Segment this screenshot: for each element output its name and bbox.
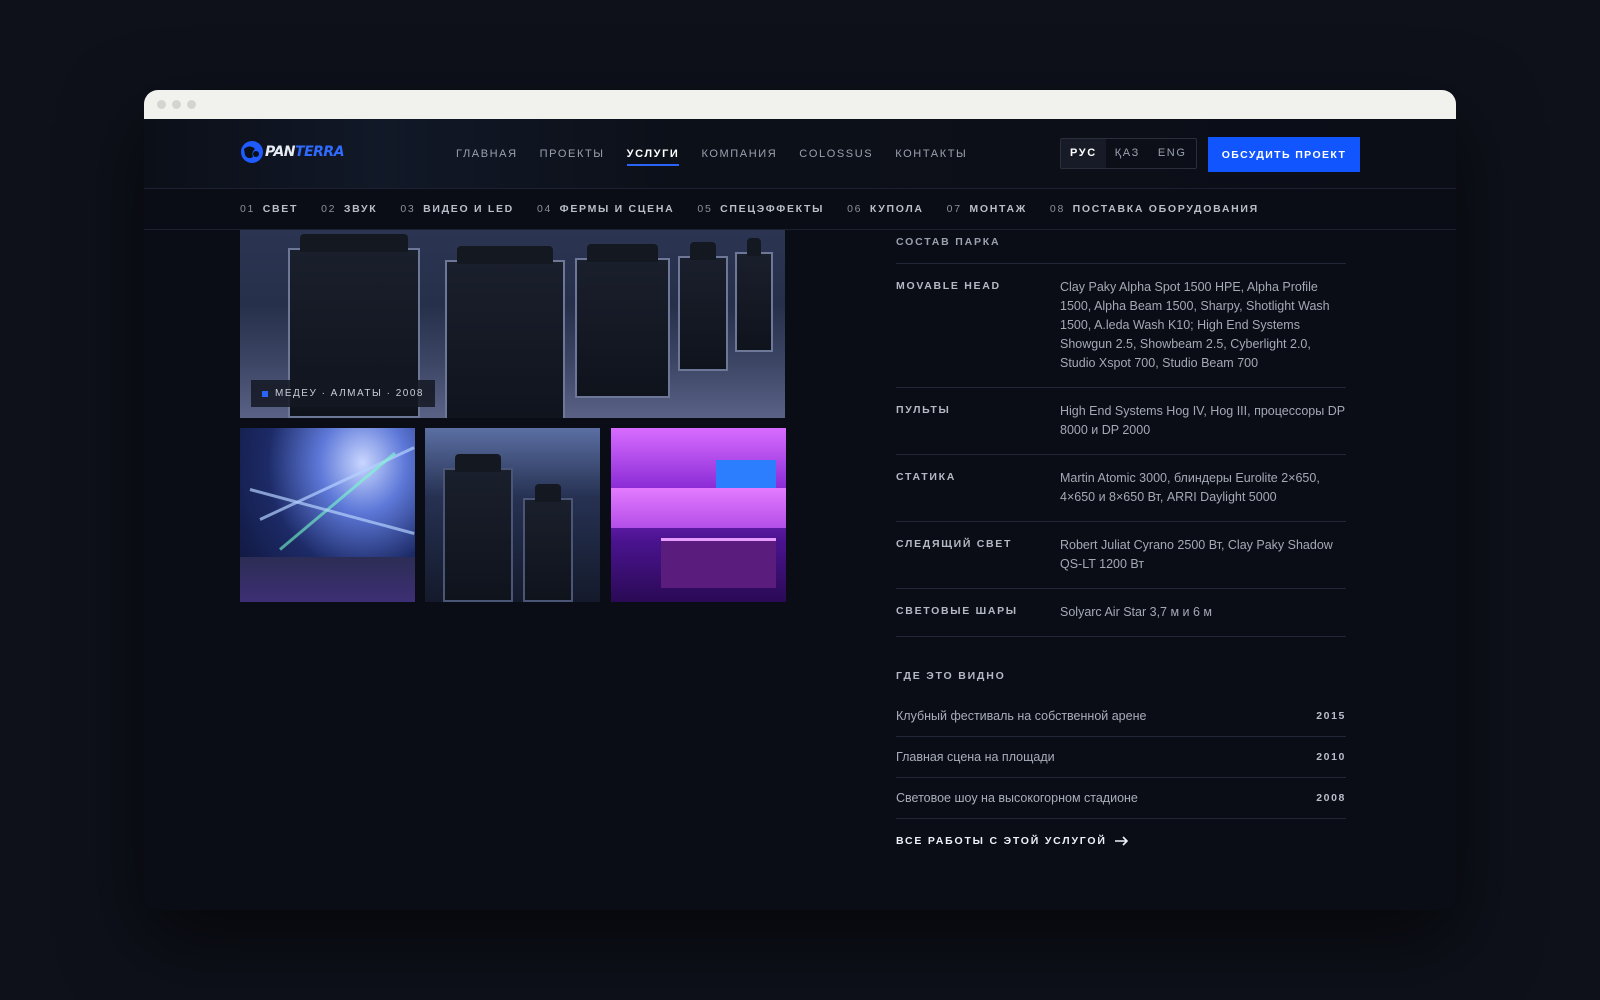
subnav-label: ФЕРМЫ И СЦЕНА	[559, 203, 675, 215]
logo-globe-icon	[241, 141, 263, 163]
gallery-thumb-concert[interactable]	[240, 428, 415, 602]
spec-label: ПУЛЬТЫ	[896, 404, 951, 416]
spec-row: СВЕТОВЫЕ ШАРЫ Solyarc Air Star 3,7 м и 6…	[896, 589, 1346, 637]
spec-value: Martin Atomic 3000, блиндеры Eurolite 2×…	[1060, 471, 1320, 504]
equipment-case-image	[443, 454, 513, 602]
seen-title: Клубный фестиваль на собственной арене	[896, 709, 1147, 723]
nav-item-contacts[interactable]: КОНТАКТЫ	[895, 148, 967, 160]
subnav-label: МОНТАЖ	[969, 203, 1027, 215]
nav-item-company[interactable]: КОМПАНИЯ	[701, 148, 777, 160]
spec-row: СЛЕДЯЩИЙ СВЕТ Robert Juliat Cyrano 2500 …	[896, 522, 1346, 589]
subnav-item-equipment-supply[interactable]: 08 ПОСТАВКА ОБОРУДОВАНИЯ	[1050, 203, 1259, 215]
nav-item-colossus[interactable]: COLOSSUS	[799, 148, 873, 160]
subnav-label: ПОСТАВКА ОБОРУДОВАНИЯ	[1072, 203, 1259, 215]
screen-image	[716, 460, 776, 490]
equipment-case-image	[678, 242, 728, 371]
spec-row: СТАТИКА Martin Atomic 3000, блиндеры Eur…	[896, 455, 1346, 522]
nav-item-services[interactable]: УСЛУГИ	[626, 148, 680, 166]
subnav-item-light[interactable]: 01 СВЕТ	[240, 203, 298, 215]
subnav-label: СПЕЦЭФФЕКТЫ	[720, 203, 825, 215]
service-content: МЕДЕУ · АЛМАТЫ · 2008 СОСТАВ ПАРКА MOVAB…	[144, 230, 1456, 910]
specs-heading: СОСТАВ ПАРКА	[896, 230, 1346, 264]
all-works-link[interactable]: ВСЕ РАБОТЫ С ЭТОЙ УСЛУГОЙ	[896, 835, 1129, 847]
window-dot-icon[interactable]	[187, 100, 196, 109]
browser-window: PANTERRA ГЛАВНАЯ ПРОЕКТЫ УСЛУГИ КОМПАНИЯ…	[144, 90, 1456, 910]
subnav-item-sound[interactable]: 02 ЗВУК	[321, 203, 377, 215]
spec-value: Robert Juliat Cyrano 2500 Вт, Clay Paky …	[1060, 538, 1333, 571]
specs-panel: СОСТАВ ПАРКА MOVABLE HEAD Clay Paky Alph…	[896, 230, 1346, 849]
subnav-num: 03	[400, 203, 416, 215]
subnav-num: 01	[240, 203, 256, 215]
subnav-item-special-effects[interactable]: 05 СПЕЦЭФФЕКТЫ	[697, 203, 824, 215]
seen-row[interactable]: Клубный фестиваль на собственной арене 2…	[896, 696, 1346, 737]
seen-year: 2010	[1316, 751, 1346, 763]
spec-label: СТАТИКА	[896, 471, 956, 483]
arrow-right-icon	[1114, 836, 1128, 846]
hero-caption-text: МЕДЕУ · АЛМАТЫ · 2008	[275, 388, 424, 399]
equipment-case-image	[735, 238, 773, 352]
crowd-silhouette	[240, 557, 415, 602]
main-nav: ГЛАВНАЯ ПРОЕКТЫ УСЛУГИ КОМПАНИЯ COLOSSUS…	[456, 119, 967, 189]
subnav-num: 02	[321, 203, 337, 215]
subnav-label: СВЕТ	[262, 203, 299, 215]
all-works-label: ВСЕ РАБОТЫ С ЭТОЙ УСЛУГОЙ	[896, 835, 1107, 847]
gallery-thumb-console[interactable]	[611, 428, 786, 602]
subnav-num: 06	[847, 203, 863, 215]
site-header: PANTERRA ГЛАВНАЯ ПРОЕКТЫ УСЛУГИ КОМПАНИЯ…	[144, 119, 1456, 189]
logo-text-pan: PAN	[265, 144, 296, 160]
spec-label: СВЕТОВЫЕ ШАРЫ	[896, 605, 1018, 617]
seen-row[interactable]: Главная сцена на площади 2010	[896, 737, 1346, 778]
equipment-case-image	[575, 244, 670, 398]
window-dot-icon[interactable]	[172, 100, 181, 109]
seen-title: Световое шоу на высокогорном стадионе	[896, 791, 1138, 805]
spec-value: High End Systems Hog IV, Hog III, процес…	[1060, 404, 1345, 437]
equipment-case-image	[523, 484, 573, 602]
seen-row[interactable]: Световое шоу на высокогорном стадионе 20…	[896, 778, 1346, 819]
subnav-item-domes[interactable]: 06 КУПОЛА	[847, 203, 924, 215]
logo[interactable]: PANTERRA	[240, 140, 345, 164]
subnav-num: 07	[946, 203, 962, 215]
subnav-label: КУПОЛА	[869, 203, 924, 215]
subnav-label: ЗВУК	[343, 203, 378, 215]
lang-en[interactable]: ENG	[1149, 139, 1196, 168]
seen-year: 2008	[1316, 792, 1346, 804]
subnav-item-trusses-stage[interactable]: 04 ФЕРМЫ И СЦЕНА	[537, 203, 674, 215]
lang-ru[interactable]: РУС	[1061, 139, 1106, 168]
spec-label: СЛЕДЯЩИЙ СВЕТ	[896, 538, 1013, 550]
window-dot-icon[interactable]	[157, 100, 166, 109]
subnav-item-video-led[interactable]: 03 ВИДЕО И LED	[400, 203, 514, 215]
logo-text-terra: TERRA	[295, 144, 345, 160]
subnav-num: 05	[697, 203, 713, 215]
browser-titlebar	[144, 90, 1456, 119]
logo-text: PANTERRA	[265, 144, 345, 160]
lang-kz[interactable]: ҚАЗ	[1106, 139, 1149, 168]
hero-photo[interactable]: МЕДЕУ · АЛМАТЫ · 2008	[240, 230, 785, 418]
subnav-item-installation[interactable]: 07 МОНТАЖ	[947, 203, 1027, 215]
console-image	[661, 538, 776, 588]
crowd-silhouette	[611, 488, 786, 528]
discuss-project-button[interactable]: ОБСУДИТЬ ПРОЕКТ	[1208, 137, 1360, 172]
badge-square-icon	[262, 390, 268, 397]
seen-heading: ГДЕ ЭТО ВИДНО	[896, 670, 1006, 682]
hero-caption-badge: МЕДЕУ · АЛМАТЫ · 2008	[251, 380, 435, 407]
nav-item-projects[interactable]: ПРОЕКТЫ	[540, 148, 605, 160]
nav-item-home[interactable]: ГЛАВНАЯ	[456, 148, 518, 160]
spec-label: MOVABLE HEAD	[896, 280, 1001, 292]
language-switcher: РУС ҚАЗ ENG	[1060, 138, 1197, 169]
subnav-num: 04	[536, 203, 553, 215]
subnav-num: 08	[1049, 203, 1066, 215]
seen-year: 2015	[1316, 710, 1346, 722]
spec-row: ПУЛЬТЫ High End Systems Hog IV, Hog III,…	[896, 388, 1346, 455]
spec-value: Solyarc Air Star 3,7 м и 6 м	[1060, 605, 1213, 619]
spec-row: MOVABLE HEAD Clay Paky Alpha Spot 1500 H…	[896, 264, 1346, 388]
gallery-thumb-fixtures[interactable]	[425, 428, 600, 602]
spec-value: Clay Paky Alpha Spot 1500 HPE, Alpha Pro…	[1060, 280, 1330, 370]
equipment-case-image	[445, 246, 565, 418]
seen-title: Главная сцена на площади	[896, 750, 1055, 764]
subnav-label: ВИДЕО И LED	[423, 203, 514, 215]
services-subnav: 01 СВЕТ 02 ЗВУК 03 ВИДЕО И LED 04 ФЕРМЫ …	[144, 189, 1456, 230]
